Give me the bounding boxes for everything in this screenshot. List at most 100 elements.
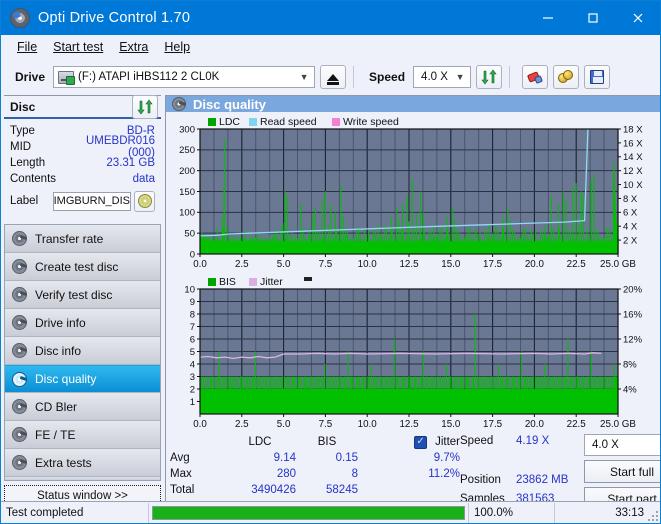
test-speed-select[interactable]: 4.0 X ▼ [584, 434, 660, 456]
svg-text:6: 6 [190, 334, 195, 345]
sidebar-item-fe-te[interactable]: FE / TE [5, 421, 160, 449]
toolbar-divider-1 [353, 66, 355, 88]
speed-select[interactable]: 4.0 X ▼ [413, 66, 472, 88]
panel-header: Disc quality [166, 96, 660, 112]
svg-text:5: 5 [190, 347, 195, 358]
svg-text:17.5: 17.5 [483, 259, 503, 270]
disc-icon [12, 427, 27, 442]
disc-label-button[interactable] [134, 190, 155, 212]
svg-text:BIS: BIS [219, 276, 236, 288]
svg-text:100: 100 [179, 208, 195, 219]
sidebar-item-disc-quality[interactable]: Disc quality [5, 365, 160, 393]
status-bar: Test completed 100.0% 33:13 [1, 501, 660, 523]
svg-text:20%: 20% [623, 284, 643, 295]
chevron-down-icon: ▼ [299, 72, 309, 82]
stats-row-max-key: Max [170, 468, 192, 480]
stats-table: LDC BIS ✓ Jitter Avg 9.14 0.15 9.7% Max … [170, 434, 460, 498]
sidebar-item-create-test-disc[interactable]: Create test disc [5, 253, 160, 281]
sidebar-item-transfer-rate[interactable]: Transfer rate [5, 225, 160, 253]
disc-field-mid: MID UMEBDR016 (000) [10, 135, 155, 159]
speed-stat-key: Speed [460, 435, 494, 447]
disc-icon [172, 97, 186, 111]
stats-row-total-key: Total [170, 484, 195, 496]
menu-bar: File Start test Extra Help [1, 35, 660, 59]
menu-help[interactable]: Help [156, 38, 198, 56]
svg-text:0.0: 0.0 [193, 259, 207, 270]
stats-avg-ldc: 9.14 [273, 452, 296, 464]
menu-file[interactable]: File [9, 38, 45, 56]
maximize-icon[interactable] [570, 1, 615, 35]
status-message: Test completed [1, 502, 149, 523]
table-row: Total 3490426 58245 [170, 482, 460, 498]
minimize-icon[interactable] [525, 1, 570, 35]
disc-refresh-button[interactable] [132, 94, 158, 119]
sidebar-item-drive-info[interactable]: Drive info [5, 309, 160, 337]
svg-text:50: 50 [184, 229, 195, 240]
svg-text:10: 10 [184, 284, 195, 295]
close-icon[interactable] [615, 1, 660, 35]
menu-file-label: File [17, 40, 38, 54]
svg-text:25.0 GB: 25.0 GB [600, 259, 636, 270]
svg-text:8 X: 8 X [623, 194, 638, 205]
disc-icon [12, 343, 27, 358]
save-button[interactable] [584, 65, 611, 89]
disc-field-length: Length 23.31 GB [10, 155, 155, 171]
svg-text:Jitter: Jitter [260, 276, 283, 288]
svg-text:4: 4 [190, 359, 195, 370]
sidebar-item-disc-info[interactable]: Disc info [5, 337, 160, 365]
menu-extra[interactable]: Extra [111, 38, 156, 56]
ldc-read-speed-chart[interactable]: LDC Read speed Write speed0501001502002503… [166, 112, 660, 272]
menu-start-test[interactable]: Start test [45, 38, 111, 56]
stats-row-avg-key: Avg [170, 452, 190, 464]
progress-percent: 100.0% [469, 502, 555, 523]
disc-field-contents: Contents data [10, 171, 155, 187]
svg-text:0.0: 0.0 [193, 419, 207, 430]
run-controls: Speed 4.19 X Position 23862 MB Samples 3… [460, 434, 660, 510]
disc-field-length-key: Length [10, 157, 46, 169]
drive-select[interactable]: (F:) ATAPI iHBS112 2 CL0K ▼ [53, 66, 316, 88]
disc-label-field[interactable]: IMGBURN_DIS [52, 191, 131, 211]
stats-total-ldc: 3490426 [251, 484, 296, 496]
statistics-area: LDC BIS ✓ Jitter Avg 9.14 0.15 9.7% Max … [166, 432, 660, 510]
stats-max-ldc: 280 [276, 468, 296, 480]
coins-icon [558, 70, 574, 84]
main-body: Disc Type BD-R MID UMEBDR016 (000) Lengt… [1, 94, 660, 510]
svg-text:2.5: 2.5 [235, 259, 249, 270]
stats-jitter-header: ✓ Jitter [358, 434, 460, 450]
svg-text:9: 9 [190, 297, 195, 308]
refresh-icon [137, 99, 153, 114]
position-stat-value: 23862 MB [516, 474, 569, 486]
resize-grip[interactable] [648, 511, 658, 521]
svg-text:2 X: 2 X [623, 236, 638, 247]
jitter-checkbox[interactable]: ✓ [414, 435, 428, 449]
svg-text:15.0: 15.0 [441, 419, 461, 430]
bis-jitter-chart[interactable]: BIS Jitter 1 23 45 67 89 10 4% 8% 12% 16% 20% 0.0 2.5 5… [166, 272, 660, 432]
disc-field-type-key: Type [10, 125, 35, 137]
svg-text:7: 7 [190, 322, 195, 333]
stats-total-jitter [358, 482, 460, 498]
table-row: Avg 9.14 0.15 9.7% [170, 450, 460, 466]
sidebar-item-verify-test-disc[interactable]: Verify test disc [5, 281, 160, 309]
refresh-button[interactable] [476, 65, 503, 89]
svg-text:Write speed: Write speed [343, 116, 399, 128]
svg-text:2: 2 [190, 384, 195, 395]
erase-button[interactable] [522, 65, 549, 89]
svg-text:300: 300 [179, 124, 195, 135]
svg-text:12%: 12% [623, 334, 643, 345]
sidebar-item-label: Create test disc [35, 259, 119, 274]
stats-total-bis: 58245 [326, 484, 358, 496]
toolbar: Drive (F:) ATAPI iHBS112 2 CL0K ▼ Speed … [1, 59, 660, 95]
eject-button[interactable] [320, 65, 347, 89]
sidebar-filler [5, 477, 160, 480]
disc-label-row: Label IMGBURN_DIS [10, 190, 155, 212]
title-bar: Opti Drive Control 1.70 [1, 1, 660, 35]
sidebar-item-label: Verify test disc [35, 287, 113, 302]
right-panel: Disc quality LDC Read speed Write speed 0 50… [165, 95, 660, 510]
coins-button[interactable] [553, 65, 580, 89]
sidebar-item-cd-bler[interactable]: CD Bler [5, 393, 160, 421]
disc-field-mid-value: UMEBDR016 (000) [85, 135, 155, 159]
stats-col-ldc: LDC [248, 436, 272, 448]
svg-text:1: 1 [190, 397, 195, 408]
start-full-button[interactable]: Start full [584, 460, 660, 483]
sidebar-item-extra-tests[interactable]: Extra tests [5, 449, 160, 477]
